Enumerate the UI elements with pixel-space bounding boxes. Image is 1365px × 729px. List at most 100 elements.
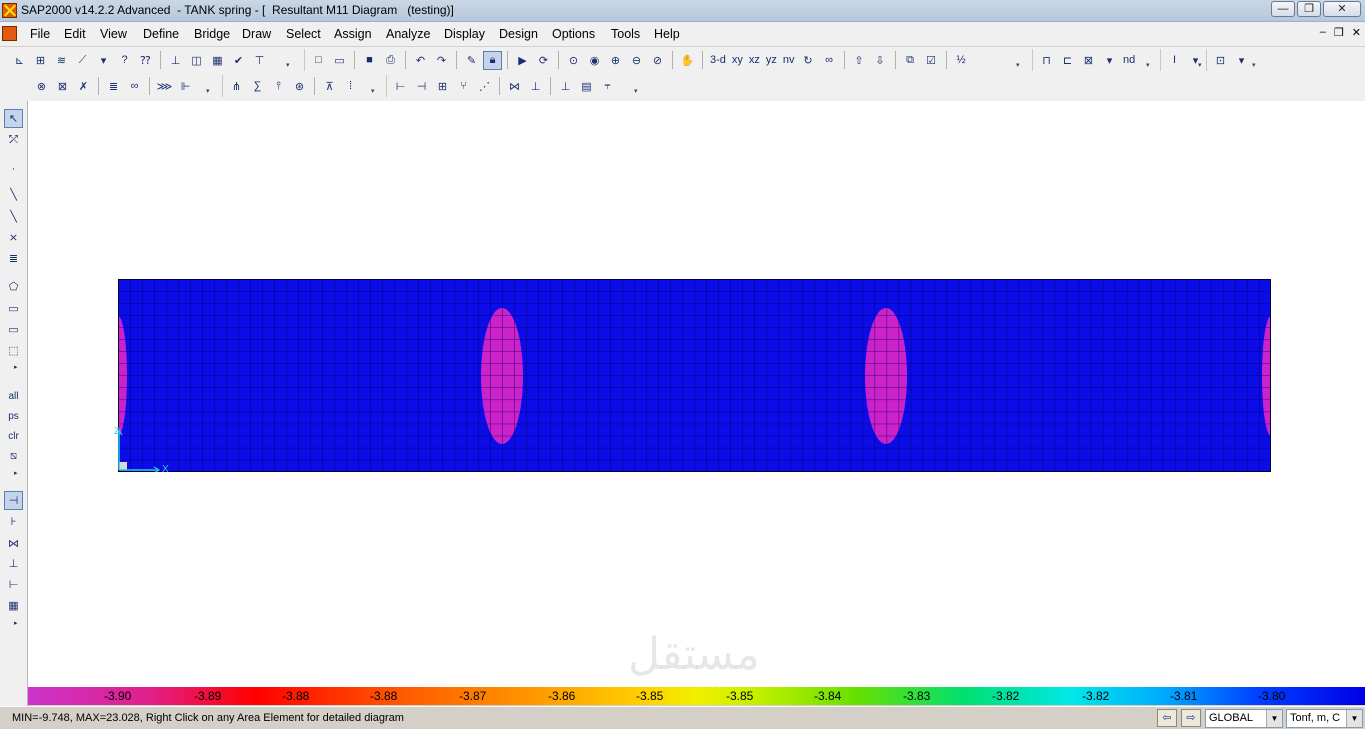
toolbar-overflow-icon[interactable]: ▾ — [1252, 61, 1258, 71]
nd-button[interactable]: nd — [1121, 51, 1137, 70]
joint-icon[interactable]: ⋔ — [227, 77, 246, 96]
run-icon[interactable]: ▶ — [513, 51, 532, 70]
template-icon[interactable]: ⊞ — [31, 51, 50, 70]
zoom-previous-icon[interactable]: ⊘ — [648, 51, 667, 70]
snap-lines-icon[interactable]: ⊢ — [4, 575, 23, 594]
menu-view[interactable]: View — [100, 27, 127, 41]
refresh-icon[interactable]: ↻ — [799, 51, 818, 70]
open-folder-icon[interactable]: ▭ — [330, 51, 349, 70]
check-icon[interactable]: ✔ — [229, 51, 248, 70]
view-xy-button[interactable]: xy — [730, 51, 745, 70]
draw-frame-icon[interactable]: ╲ — [4, 185, 23, 204]
frame-release-icon[interactable]: ⊢ — [391, 77, 410, 96]
pin-icon[interactable]: ⫯ — [269, 77, 288, 96]
menu-tools[interactable]: Tools — [611, 27, 640, 41]
select-all-button[interactable]: all — [4, 387, 23, 406]
shell-mesh[interactable] — [118, 279, 1271, 472]
snap-points-icon[interactable]: ⊣ — [4, 491, 23, 510]
mesh-icon[interactable]: ▦ — [208, 51, 227, 70]
rotate-icon[interactable]: ⟳ — [534, 51, 553, 70]
spring-icon[interactable]: ⋙ — [155, 77, 174, 96]
close-button[interactable]: ✕ — [1323, 1, 1361, 17]
layers-icon[interactable]: ≋ — [52, 51, 71, 70]
fraction-icon[interactable]: ½ — [952, 51, 971, 70]
pan-icon[interactable]: ✋ — [678, 51, 697, 70]
toolbar-overflow-icon[interactable]: ▾ — [286, 61, 292, 71]
mdi-minimize-button[interactable]: – — [1320, 26, 1326, 39]
toolbar-overflow-icon[interactable]: ▾ — [1146, 61, 1152, 71]
frame-icon[interactable]: ⟋ — [73, 51, 92, 70]
toolbar-overflow-icon[interactable]: ▾ — [206, 87, 212, 97]
expand-arrow-icon[interactable]: ▸ — [14, 619, 18, 627]
query-icon[interactable]: ⁇ — [136, 51, 155, 70]
zoom-restore-icon[interactable]: ◉ — [585, 51, 604, 70]
expand-arrow-icon[interactable]: ▸ — [14, 469, 18, 477]
menu-select[interactable]: Select — [286, 27, 321, 41]
coordinate-system-select[interactable]: GLOBAL ▼ — [1205, 709, 1283, 728]
window-icon[interactable]: ⊡ — [1211, 51, 1230, 70]
view-nv-button[interactable]: nv — [781, 51, 797, 70]
toolbar-overflow-icon[interactable]: ▾ — [1016, 61, 1022, 71]
zoom-window-icon[interactable]: ⊙ — [564, 51, 583, 70]
arrow-down-icon[interactable]: ⇩ — [871, 51, 890, 70]
snap-intersections-icon[interactable]: ⋈ — [4, 534, 23, 553]
quick-draw-frame-icon[interactable]: ╲ — [4, 207, 23, 226]
grid-icon[interactable]: ⊾ — [10, 51, 29, 70]
print-icon[interactable]: ⎙ — [381, 51, 400, 70]
undeformed-icon[interactable]: ⊓ — [1037, 51, 1056, 70]
menu-bridge[interactable]: Bridge — [194, 27, 230, 41]
reshaper-icon[interactable]: ⤱ — [4, 131, 23, 150]
minimize-button[interactable]: — — [1271, 1, 1295, 17]
pointer-icon[interactable]: ↖ — [4, 109, 23, 128]
view-yz-button[interactable]: yz — [764, 51, 779, 70]
end-offset-icon[interactable]: ⊣ — [412, 77, 431, 96]
save-icon[interactable]: ■ — [360, 51, 379, 70]
numbering-icon[interactable]: ⑂ — [454, 77, 473, 96]
zoom-out-icon[interactable]: ⊖ — [627, 51, 646, 70]
toolbar-overflow-icon[interactable]: ▾ — [1198, 61, 1204, 71]
deformed-icon[interactable]: ⊏ — [1058, 51, 1077, 70]
menu-define[interactable]: Define — [143, 27, 179, 41]
toolbar-overflow-icon[interactable]: ▾ — [371, 87, 377, 97]
quick-draw-area-icon[interactable]: ▭ — [4, 320, 23, 339]
clear-selection-button[interactable]: clr — [4, 427, 23, 446]
dots-icon[interactable]: ⁞ — [341, 77, 360, 96]
new-file-icon[interactable]: □ — [309, 51, 328, 70]
zoom-in-icon[interactable]: ⊕ — [606, 51, 625, 70]
area-load-icon[interactable]: ⊥ — [526, 77, 545, 96]
draw-brace-icon[interactable]: ⨯ — [4, 228, 23, 247]
pick-icon[interactable]: ✗ — [74, 77, 93, 96]
pencil-icon[interactable]: ✎ — [462, 51, 481, 70]
frame-load-icon[interactable]: ⊞ — [433, 77, 452, 96]
chevron-down-icon[interactable]: ▾ — [1100, 51, 1119, 70]
draw-point-icon[interactable]: · — [4, 159, 23, 178]
chevron-down-icon[interactable]: ▾ — [1232, 51, 1251, 70]
menu-help[interactable]: Help — [654, 27, 680, 41]
perspective-icon[interactable]: ∞ — [820, 51, 839, 70]
draw-solid-icon[interactable]: ⬚ — [4, 341, 23, 360]
wall-icon[interactable]: ▤ — [577, 77, 596, 96]
chevron-down-icon[interactable]: ▾ — [94, 51, 113, 70]
lock-icon[interactable]: 🔒︎ — [483, 50, 502, 70]
i-beam-icon[interactable]: I — [1165, 51, 1184, 70]
deck-icon[interactable]: ⊤ — [250, 51, 269, 70]
draw-secondary-icon[interactable]: ≣ — [4, 249, 23, 268]
snap-grid-icon[interactable]: ▦ — [4, 596, 23, 615]
cross-icon[interactable]: ⊠ — [53, 77, 72, 96]
intersect-icon[interactable]: ⧅ — [4, 447, 23, 466]
draw-rect-area-icon[interactable]: ▭ — [4, 299, 23, 318]
ground-icon[interactable]: ⊥ — [556, 77, 575, 96]
model-canvas[interactable]: X Z مستقل mostaql.com — [28, 101, 1365, 702]
shell-icon[interactable]: ◫ — [187, 51, 206, 70]
mdi-close-button[interactable]: ✕ — [1352, 26, 1361, 39]
snap-ends-icon[interactable]: ⊦ — [4, 512, 23, 531]
menu-draw[interactable]: Draw — [242, 27, 271, 41]
mdi-restore-button[interactable]: ❐ — [1334, 26, 1344, 39]
chevron-down-icon[interactable]: ▼ — [1346, 710, 1362, 727]
view-xz-button[interactable]: xz — [747, 51, 762, 70]
target-icon[interactable]: ⊛ — [290, 77, 309, 96]
arrow-up-icon[interactable]: ⇧ — [850, 51, 869, 70]
floor-icon[interactable]: ⫧ — [598, 77, 617, 96]
redo-icon[interactable]: ↷ — [432, 51, 451, 70]
menu-assign[interactable]: Assign — [334, 27, 372, 41]
